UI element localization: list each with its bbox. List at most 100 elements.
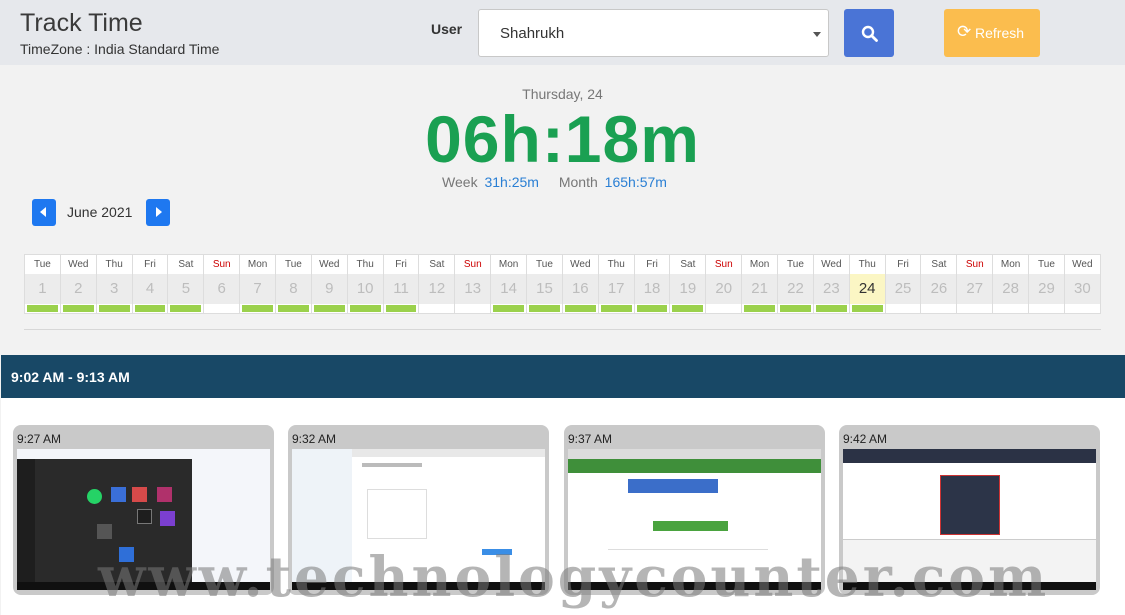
calendar-day[interactable]: Sun 27 [957,255,994,313]
calendar-day-name: Mon [491,255,527,274]
calendar-day[interactable]: Mon 14 [491,255,528,313]
calendar-day[interactable]: Sat 19 [670,255,707,313]
calendar-day-name: Mon [240,255,276,274]
activity-bar [313,305,345,312]
activity-bar [708,305,740,312]
calendar-day[interactable]: Wed 30 [1064,255,1100,313]
calendar-day-name: Fri [132,255,168,274]
calendar-day[interactable]: Tue 15 [527,255,563,313]
calendar-day[interactable]: Wed 9 [311,255,348,313]
calendar-day[interactable]: Fri 11 [383,255,420,313]
calendar-day-name: Tue [25,255,60,274]
calendar-day[interactable]: Wed 23 [813,255,850,313]
activity-bar [98,305,130,312]
calendar-day-number: 16 [562,274,598,304]
divider [24,329,1101,330]
calendar-day-name: Tue [778,255,813,274]
calendar-day[interactable]: Wed 2 [60,255,97,313]
calendar-day-name: Thu [96,255,132,274]
screenshot-time: 9:32 AM [292,432,337,446]
calendar-day[interactable]: Wed 16 [562,255,599,313]
calendar-day[interactable]: Sun 13 [455,255,492,313]
calendar-day-name: Sat [419,255,455,274]
session-header[interactable]: 9:02 AM - 9:13 AM [1,355,1125,398]
calendar-day-number: 19 [670,274,706,304]
calendar-day[interactable]: Mon 7 [240,255,277,313]
screenshot-time: 9:42 AM [843,432,888,446]
calendar-day-name: Fri [634,255,670,274]
refresh-button[interactable]: ⟳ Refresh [944,9,1040,57]
calendar-day[interactable]: Tue 1 [25,255,61,313]
calendar-day[interactable]: Tue 22 [778,255,814,313]
calendar-day-name: Tue [276,255,311,274]
activity-bar [851,305,883,312]
week-total[interactable]: 31h:25m [484,174,538,190]
calendar-day-number: 4 [132,274,168,304]
calendar-day[interactable]: Sat 26 [921,255,958,313]
user-select-value: Shahrukh [500,25,565,42]
calendar-day-number: 12 [419,274,455,304]
calendar-day-name: Sat [921,255,957,274]
calendar-day[interactable]: Thu 10 [347,255,384,313]
calendar-day[interactable]: Tue 8 [276,255,312,313]
calendar-day-number: 3 [96,274,132,304]
activity-bar [493,305,525,312]
calendar-day-name: Sun [455,255,491,274]
calendar-day[interactable]: Fri 25 [885,255,922,313]
calendar-day[interactable]: Mon 28 [993,255,1030,313]
activity-bar [385,305,417,312]
calendar-day[interactable]: Fri 4 [132,255,169,313]
activity-bar [815,305,847,312]
activity-bar [27,305,58,312]
calendar-day-number: 14 [491,274,527,304]
calendar-day[interactable]: Tue 29 [1029,255,1065,313]
calendar-day[interactable]: Sun 20 [706,255,743,313]
calendar-day-name: Wed [562,255,598,274]
month-total[interactable]: 165h:57m [605,174,667,190]
calendar-day-number: 8 [276,274,311,304]
calendar-day[interactable]: Thu 17 [598,255,635,313]
calendar-day-number: 5 [168,274,204,304]
activity-bar [134,305,166,312]
next-month-button[interactable] [146,199,170,226]
activity-bar [421,305,453,312]
calendar-day-number: 2 [60,274,96,304]
calendar-day-name: Sat [168,255,204,274]
activity-bar [242,305,274,312]
chevron-down-icon [813,32,821,37]
calendar-day-number: 21 [742,274,778,304]
screenshot-time: 9:27 AM [17,432,62,446]
calendar-day-number: 18 [634,274,670,304]
calendar-day[interactable]: Sat 5 [168,255,205,313]
activity-bar [62,305,94,312]
calendar-day-name: Wed [311,255,347,274]
calendar-day-number: 7 [240,274,276,304]
week-label: Week [442,174,478,190]
calendar-day[interactable]: Mon 21 [742,255,779,313]
calendar-day-number: 24 [849,274,885,304]
search-icon [861,25,878,42]
activity-bar [887,305,919,312]
calendar-day[interactable]: Fri 18 [634,255,671,313]
activity-bar [959,305,991,312]
calendar-strip: Tue 1 Wed 2 Thu 3 Fri 4 Sat 5 Sun 6 Mon 7 Tue 8 Wed 9 Thu 1… [24,254,1101,314]
user-select[interactable]: Shahrukh [478,9,829,57]
calendar-day-number: 15 [527,274,562,304]
screenshot-time: 9:37 AM [568,432,613,446]
calendar-day[interactable]: Thu 24 [849,255,886,313]
calendar-day-name: Mon [742,255,778,274]
activity-bar [1066,305,1098,312]
calendar-day-number: 29 [1029,274,1064,304]
calendar-day-number: 1 [25,274,60,304]
activity-bar [600,305,632,312]
calendar-day-number: 30 [1064,274,1100,304]
search-button[interactable] [844,9,894,57]
session-range: 9:02 AM - 9:13 AM [11,369,130,385]
calendar-day[interactable]: Thu 3 [96,255,133,313]
refresh-icon: ⟳ [957,22,972,41]
prev-month-button[interactable] [32,199,56,226]
calendar-day[interactable]: Sun 6 [204,255,241,313]
activity-bar [780,305,811,312]
calendar-day-number: 22 [778,274,813,304]
calendar-day[interactable]: Sat 12 [419,255,456,313]
